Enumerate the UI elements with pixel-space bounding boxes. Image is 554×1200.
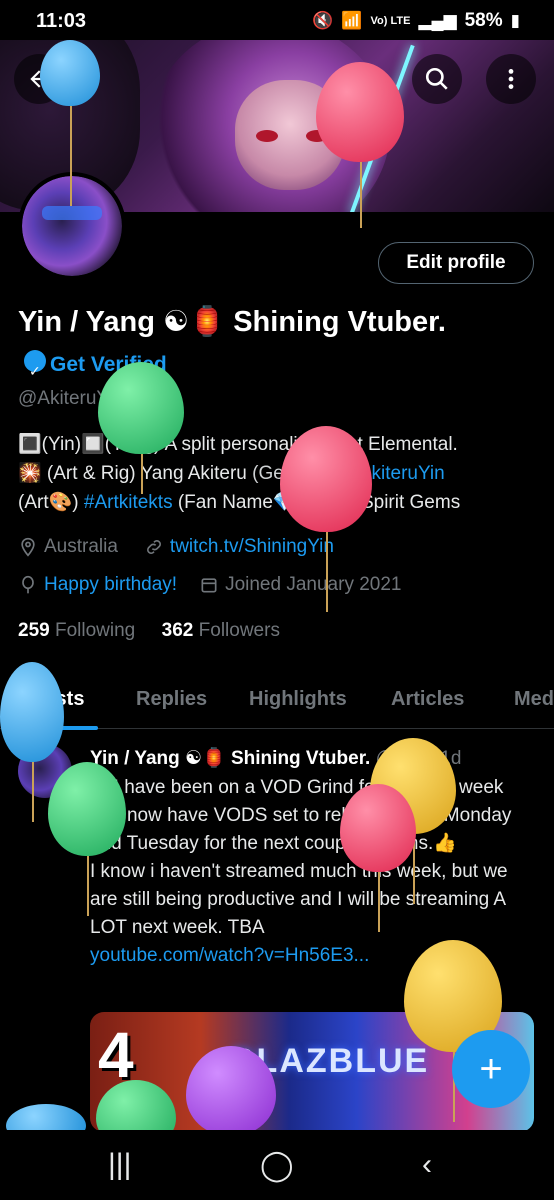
signal-icon: ▂▄▆ [418,11,457,30]
profile-bio: 🔳(Yin)🔲(Yang) A split personality, Light… [18,430,538,517]
compose-button[interactable]: + [452,1030,530,1108]
get-verified-link[interactable]: Get Verified [50,353,167,376]
post-paragraph: I know i haven't streamed much this week… [90,861,508,938]
system-nav-bar: ||| ◯ ‹ [0,1130,554,1200]
media-logo-text: BLAZBLUE [230,1042,430,1080]
verified-badge-icon[interactable] [24,350,46,391]
bio-line: (Art🎨) #Artkitekts (Fan Name💎) Shiny Spi… [18,492,461,513]
active-tab-indicator [30,726,98,730]
bio-line: 🎇 (Art & Rig) Yang Akiteru (General#) #A… [18,463,445,484]
post-handle-time: @A... · 1d [375,748,462,769]
location-text: Australia [44,536,118,557]
display-name: Yin / Yang ☯🏮 Shining Vtuber. [18,306,446,338]
recents-button[interactable]: ||| [108,1148,131,1182]
edit-profile-button[interactable]: Edit profile [378,242,534,284]
profile-handle: @AkiteruYin [18,388,124,409]
hashtag-link[interactable]: #AkiteruYin [343,463,444,484]
media-number: 4 [98,1019,134,1091]
post-avatar[interactable] [18,744,72,798]
plus-icon: + [479,1046,503,1091]
profile-meta-row: Australia twitch.tv/ShiningYin [18,536,334,558]
home-button[interactable]: ◯ [260,1148,294,1183]
tab-articles[interactable]: Articles [391,676,464,711]
tab-posts[interactable]: Posts [30,676,84,711]
battery-icon: ▮ [510,11,520,30]
post-author[interactable]: Yin / Yang ☯🏮 Shining Vtuber. [90,748,370,769]
post-header: Yin / Yang ☯🏮 Shining Vtuber. @A... · 1d [90,746,461,770]
system-back-button[interactable]: ‹ [422,1148,432,1182]
website-link[interactable]: twitch.tv/ShiningYin [170,536,334,558]
bio-line: 🔳(Yin)🔲(Yang) A split personality, Light… [18,434,458,455]
location-icon [21,537,35,557]
battery-percent: 58% [464,10,503,31]
tab-replies[interactable]: Replies [136,676,207,711]
status-bar: 11:03 🔇 📶 Vo) LTE ▂▄▆ 58% ▮ [0,0,554,40]
followers-link[interactable]: 362 Followers [162,620,280,641]
status-icons: 🔇 📶 Vo) LTE ▂▄▆ 58% ▮ [312,10,520,32]
more-button[interactable] [486,54,536,104]
profile-tabs: Posts Replies Highlights Articles Media [0,676,554,729]
joined-date: Joined January 2021 [225,574,402,595]
wifi-icon: 📶 [341,11,363,30]
status-time: 11:03 [36,10,87,32]
back-button[interactable] [14,54,64,104]
profile-name: Yin / Yang ☯🏮 Shining Vtuber. Get Verifi… [18,302,458,391]
following-link[interactable]: 259 Following [18,620,135,641]
balloon-icon [22,575,34,594]
search-icon [425,67,448,90]
calendar-icon [201,578,217,593]
network-label: Vo) LTE [370,15,411,27]
link-icon [146,540,161,554]
tab-media[interactable]: Media [514,676,554,711]
arrow-left-icon [30,70,48,88]
hashtag-link[interactable]: #Artkitekts [84,492,173,513]
tab-highlights[interactable]: Highlights [249,676,347,711]
mute-icon: 🔇 [312,11,334,30]
post-paragraph: 🔲I have been on a VOD Grind for the past… [90,777,512,854]
follow-stats: 259 Following 362 Followers [18,620,280,642]
profile-meta-row: Happy birthday! Joined January 2021 [18,574,402,596]
post-text[interactable]: 🔲I have been on a VOD Grind for the past… [90,774,530,970]
search-button[interactable] [412,54,462,104]
more-vertical-icon [508,69,514,89]
profile-avatar[interactable] [18,172,126,280]
post-link[interactable]: youtube.com/watch?v=Hn56E3... [90,942,530,970]
birthday-link[interactable]: Happy birthday! [44,574,177,596]
